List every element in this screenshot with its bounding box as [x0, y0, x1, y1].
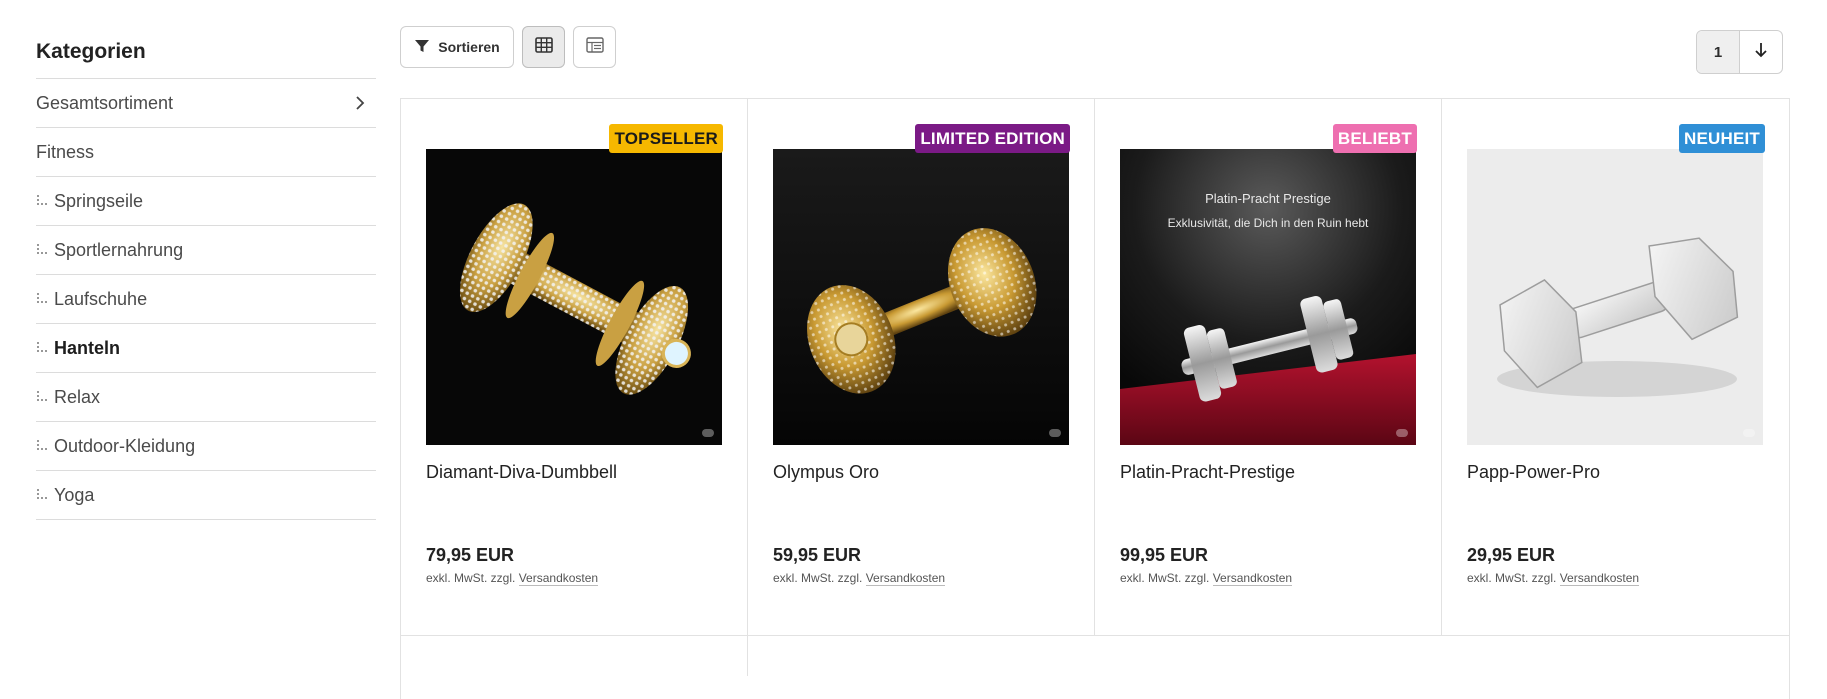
ai-generated-mark: [702, 429, 714, 437]
pagination: 1: [1696, 30, 1783, 74]
ai-generated-mark: [1049, 429, 1061, 437]
category-item-fitness[interactable]: Fitness: [36, 128, 376, 177]
page-number[interactable]: 1: [1697, 31, 1740, 73]
arrow-down-icon: [1754, 42, 1768, 62]
category-item-gesamtsortiment[interactable]: Gesamtsortiment: [36, 79, 376, 128]
category-label: Sportlernahrung: [54, 239, 184, 260]
category-label: Gesamtsortiment: [36, 92, 174, 113]
ai-generated-mark: [1743, 429, 1755, 437]
category-label: Outdoor-Kleidung: [54, 435, 196, 456]
grid-view-button[interactable]: [522, 26, 565, 68]
list-view-icon: [585, 36, 604, 58]
product-grid: TOPSELLER Diamant-Diva-Dumbbell 79,95 EU…: [400, 98, 1790, 699]
category-item-relax[interactable]: Relax: [36, 373, 376, 422]
filter-funnel-icon: [414, 38, 430, 57]
product-name[interactable]: Papp-Power-Pro: [1467, 462, 1600, 483]
sort-button-label: Sortieren: [438, 39, 500, 55]
product-badge: BELIEBT: [1332, 124, 1417, 153]
category-label: Springseile: [54, 190, 144, 211]
product-image[interactable]: [773, 149, 1069, 445]
ai-generated-mark: [1396, 429, 1408, 437]
tax-note: exkl. MwSt. zzgl. Versandkosten: [773, 571, 946, 586]
product-image[interactable]: [1467, 149, 1763, 445]
product-image[interactable]: [426, 149, 722, 445]
category-item-outdoor-kleidung[interactable]: Outdoor-Kleidung: [36, 422, 376, 471]
category-item-yoga[interactable]: Yoga: [36, 471, 376, 520]
shipping-costs-link[interactable]: Versandkosten: [1212, 571, 1293, 586]
category-item-hanteln[interactable]: Hanteln: [36, 324, 376, 373]
grid-view-icon: [534, 36, 553, 58]
grid-divider: [747, 636, 748, 676]
listing-toolbar: Sortieren: [400, 26, 616, 68]
category-label: Yoga: [54, 484, 95, 505]
product-card[interactable]: TOPSELLER Diamant-Diva-Dumbbell 79,95 EU…: [401, 99, 748, 636]
sort-button[interactable]: Sortieren: [400, 26, 514, 68]
product-badge: TOPSELLER: [609, 124, 723, 153]
category-item-laufschuhe[interactable]: Laufschuhe: [36, 275, 376, 324]
tax-note: exkl. MwSt. zzgl. Versandkosten: [1120, 571, 1293, 586]
category-label: Fitness: [36, 141, 95, 162]
product-name[interactable]: Diamant-Diva-Dumbbell: [426, 462, 617, 483]
product-name[interactable]: Olympus Oro: [773, 462, 879, 483]
image-caption: Platin-Pracht Prestige: [1205, 191, 1331, 206]
shipping-costs-link[interactable]: Versandkosten: [1559, 571, 1640, 586]
tax-text: exkl. MwSt. zzgl.: [426, 571, 516, 585]
product-badge: LIMITED EDITION: [915, 124, 1070, 153]
tax-text: exkl. MwSt. zzgl.: [1467, 571, 1557, 585]
tree-branch-icon: [36, 488, 54, 502]
product-image[interactable]: Platin-Pracht Prestige Exklusivität, die…: [1120, 149, 1416, 445]
image-subcaption: Exklusivität, die Dich in den Ruin hebt: [1168, 216, 1369, 230]
category-item-springseile[interactable]: Springseile: [36, 177, 376, 226]
tree-branch-icon: [36, 341, 54, 355]
tree-branch-icon: [36, 439, 54, 453]
tax-note: exkl. MwSt. zzgl. Versandkosten: [426, 571, 599, 586]
tree-branch-icon: [36, 194, 54, 208]
product-price: 79,95 EUR: [426, 545, 515, 565]
tax-text: exkl. MwSt. zzgl.: [773, 571, 863, 585]
sidebar-title: Kategorien: [36, 40, 146, 63]
next-page-button[interactable]: [1740, 31, 1782, 73]
category-label: Relax: [54, 386, 101, 407]
tax-text: exkl. MwSt. zzgl.: [1120, 571, 1210, 585]
product-price: 59,95 EUR: [773, 545, 862, 565]
product-card[interactable]: LIMITED EDITION Olympus Oro 59,95 EUR ex…: [748, 99, 1095, 636]
product-card[interactable]: Platin-Pracht Prestige Exklusivität, die…: [1095, 99, 1442, 636]
product-card[interactable]: NEUHEIT Papp-Power-Pro 29,95 EUR exkl. M…: [1442, 99, 1789, 636]
shipping-costs-link[interactable]: Versandkosten: [865, 571, 946, 586]
category-label: Laufschuhe: [54, 288, 148, 309]
product-name[interactable]: Platin-Pracht-Prestige: [1120, 462, 1295, 483]
chevron-right-icon: [350, 93, 370, 113]
tree-branch-icon: [36, 390, 54, 404]
tree-branch-icon: [36, 243, 54, 257]
category-list: Gesamtsortiment Fitness Springseile Spor…: [36, 78, 376, 520]
shipping-costs-link[interactable]: Versandkosten: [518, 571, 599, 586]
tree-branch-icon: [36, 292, 54, 306]
category-sidebar: Kategorien Gesamtsortiment Fitness Sprin…: [36, 30, 376, 520]
tax-note: exkl. MwSt. zzgl. Versandkosten: [1467, 571, 1640, 586]
product-price: 99,95 EUR: [1120, 545, 1209, 565]
category-item-sportlernahrung[interactable]: Sportlernahrung: [36, 226, 376, 275]
category-label: Hanteln: [54, 337, 121, 358]
list-view-button[interactable]: [573, 26, 616, 68]
product-badge: NEUHEIT: [1678, 124, 1765, 153]
product-price: 29,95 EUR: [1467, 545, 1556, 565]
